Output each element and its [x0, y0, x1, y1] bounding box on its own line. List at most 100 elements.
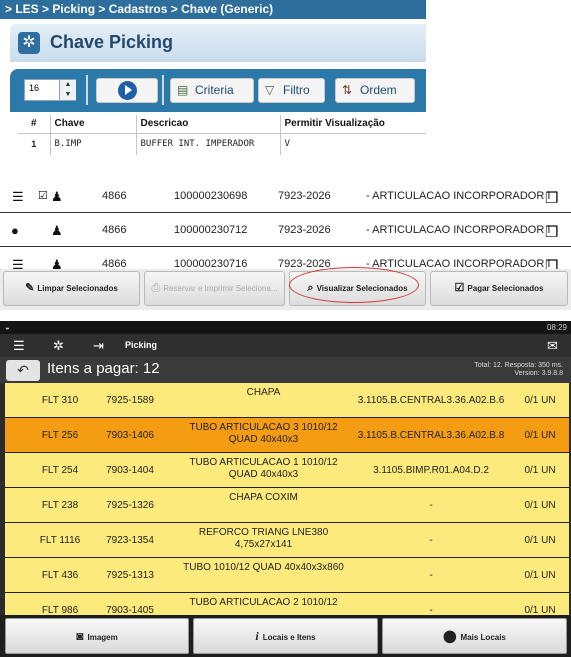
- cell-location: 3.1105.B.CENTRAL3.36.A02.B.8: [357, 430, 505, 441]
- mail-icon[interactable]: ✉: [547, 334, 558, 357]
- list-item[interactable]: ● ♟ 4866 100000230712 7923-2026 - ARTICU…: [0, 214, 571, 247]
- cell-part: 7925-1589: [106, 395, 154, 406]
- play-icon: [118, 81, 137, 100]
- cell-desc: CHAPA COXIM: [229, 492, 298, 503]
- criteria-label: Criteria: [195, 83, 234, 97]
- cell-code: FLT 256: [41, 430, 79, 441]
- printer-icon: ⎙: [151, 282, 161, 294]
- toolbar-divider: [162, 75, 164, 105]
- cell-id: 4866: [102, 224, 127, 236]
- response-info-line: Total: 12. Resposta: 350 ms.: [474, 362, 563, 369]
- stepper-arrows-icon[interactable]: ▲ ▼: [59, 80, 76, 100]
- more-icon[interactable]: ●: [11, 223, 19, 238]
- cell-desc: REFORCO TRIANG LNE380 4,75x27x141: [198, 527, 329, 550]
- panel-header: ✲ Chave Picking: [10, 24, 426, 62]
- cell-descricao: BUFFER INT. IMPERADOR: [136, 133, 281, 155]
- status-bar: ◒ 08:29: [0, 321, 571, 334]
- version-info-line: Version: 3.9.8.8: [514, 370, 563, 377]
- breadcrumb: > LES > Picking > Cadastros > Chave (Gen…: [0, 0, 426, 19]
- sort-icon: ⇅: [342, 83, 353, 97]
- cell-part: 7903-1404: [106, 465, 154, 476]
- cell-desc: TUBO ARTICULACAO 3 1010/12 QUAD 40x40x3: [189, 422, 338, 445]
- cell-chave: B.IMP: [50, 133, 137, 155]
- col-header-permitir[interactable]: Permitir Visualização: [280, 115, 426, 134]
- cell-qty: 0/1 UN: [524, 500, 556, 511]
- table-row[interactable]: FLT 238 7925-1326 CHAPA COXIM - 0/1 UN: [5, 488, 569, 523]
- table-row[interactable]: FLT 436 7925-1313 TUBO 1010/12 QUAD 40x40x…: [5, 558, 569, 593]
- box-icon[interactable]: ❒: [545, 223, 558, 241]
- cell-code: 100000230698: [174, 190, 248, 202]
- criteria-button[interactable]: ▤ Criteria: [170, 78, 254, 103]
- items-header: ↶ Itens a pagar: 12 Total: 12. Resposta:…: [0, 357, 571, 383]
- criteria-icon: ▤: [177, 83, 189, 97]
- list-item[interactable]: ☰ ☑ ♟ 4866 100000230698 7923-2026 - ARTI…: [0, 180, 571, 213]
- cell-id: 4866: [102, 190, 127, 202]
- cell-part: 7903-1406: [106, 430, 154, 441]
- cell-code: FLT 254: [41, 465, 79, 476]
- mobile-picking-screen: ◒ 08:29 ☰ ✲ ⇥ Picking ✉ ↶ Itens a pagar:…: [0, 321, 571, 657]
- cell-desc: CHAPA: [246, 387, 281, 398]
- bottom-bar: ◙ Imagem i Locais e Itens ⬤ Mais Locais: [0, 615, 571, 657]
- cell-location: 3.1105.BIMP.R01.A04.D.2: [373, 465, 489, 476]
- cell-desc: TUBO ARTICULACAO 2 1010/12: [189, 597, 338, 608]
- reservar-imprimir-button[interactable]: ⎙ Reservar e Imprimir Seleciona...: [144, 271, 285, 306]
- imagem-button[interactable]: ◙ Imagem: [5, 618, 189, 654]
- location-pin-icon: ⬤: [443, 629, 457, 643]
- app-title: Picking: [125, 340, 158, 350]
- items-title: Itens a pagar: 12: [47, 360, 160, 377]
- run-button[interactable]: [96, 78, 158, 103]
- filter-icon: ▽: [265, 83, 275, 97]
- mais-locais-button[interactable]: ⬤ Mais Locais: [382, 618, 567, 654]
- menu-icon[interactable]: ☰: [13, 334, 25, 357]
- camera-icon: ◙: [76, 629, 84, 643]
- col-header-descricao[interactable]: Descricao: [136, 115, 281, 134]
- limpar-selecionados-button[interactable]: ✎ Limpar Selecionados: [3, 271, 140, 306]
- cell-qty: 0/1 UN: [524, 395, 556, 406]
- table-row[interactable]: FLT 310 7925-1589 CHAPA 3.1105.B.CENTRAL3.3…: [5, 383, 569, 418]
- cell-desc: TUBO ARTICULACAO 1 1010/12 QUAD 40x40x3: [189, 457, 338, 480]
- back-arrow-icon: ↶: [17, 362, 29, 378]
- col-header-num[interactable]: #: [18, 115, 51, 134]
- imagem-label: Imagem: [87, 633, 118, 642]
- table-row[interactable]: FLT 256 7903-1406 TUBO ARTICULACAO 3 1010/…: [5, 418, 569, 453]
- highlight-circle: [289, 267, 419, 303]
- reservar-label: Reservar e Imprimir Seleciona...: [163, 284, 278, 293]
- chave-picking-panel: > LES > Picking > Cadastros > Chave (Gen…: [0, 0, 426, 166]
- broom-icon: ✎: [25, 282, 35, 294]
- list-icon: ☰: [12, 189, 24, 204]
- pagar-selecionados-button[interactable]: ☑ Pagar Selecionados: [430, 271, 568, 306]
- toolbar-divider: [86, 75, 88, 105]
- checkbox-icon: ☑: [454, 282, 465, 294]
- locais-itens-button[interactable]: i Locais e Itens: [193, 618, 378, 654]
- cell-qty: 0/1 UN: [524, 570, 556, 581]
- col-header-chave[interactable]: Chave: [50, 115, 137, 134]
- info-icon: i: [255, 629, 259, 643]
- back-button[interactable]: ↶: [6, 360, 40, 381]
- cell-desc: TUBO 1010/12 QUAD 40x40x3x860: [183, 562, 344, 573]
- ordem-button[interactable]: ⇅ Ordem: [335, 78, 415, 103]
- checkbox-icon[interactable]: ☑: [38, 189, 48, 202]
- cell-qty: 0/1 UN: [524, 465, 556, 476]
- cell-location: -: [429, 535, 433, 546]
- filtro-button[interactable]: ▽ Filtro: [258, 78, 325, 103]
- gear-icon[interactable]: ✲: [53, 334, 64, 357]
- cell-part: 7925-1326: [106, 500, 154, 511]
- person-icon: ♟: [51, 189, 63, 204]
- table-row[interactable]: 1 B.IMP BUFFER INT. IMPERADOR V: [18, 133, 426, 155]
- cell-code: FLT 238: [41, 500, 79, 511]
- page-title: Chave Picking: [50, 32, 174, 52]
- table-row[interactable]: FLT 1116 7923-1354 REFORCO TRIANG LNE380 4…: [5, 523, 569, 558]
- box-icon[interactable]: ❒: [545, 189, 558, 207]
- cell-location: 3.1105.B.CENTRAL3.36.A02.B.6: [357, 395, 505, 406]
- exit-icon[interactable]: ⇥: [93, 334, 104, 357]
- cell-code: FLT 436: [41, 570, 79, 581]
- table-row[interactable]: FLT 254 7903-1404 TUBO ARTICULACAO 1 1010/…: [5, 453, 569, 488]
- toolbar: 16 ▲ ▼ ▤ Criteria ▽ Filtro ⇅ Ordem: [10, 69, 426, 112]
- cell-part: 7923-2026: [278, 224, 331, 236]
- response-info: Total: 12. Resposta: 350 ms. Version: 3.…: [474, 362, 563, 378]
- page-size-stepper[interactable]: 16 ▲ ▼: [24, 79, 76, 101]
- cell-code: FLT 1116: [39, 535, 81, 546]
- mais-label: Mais Locais: [460, 633, 506, 642]
- filtro-label: Filtro: [283, 83, 310, 97]
- wifi-icon: ◒: [5, 323, 10, 332]
